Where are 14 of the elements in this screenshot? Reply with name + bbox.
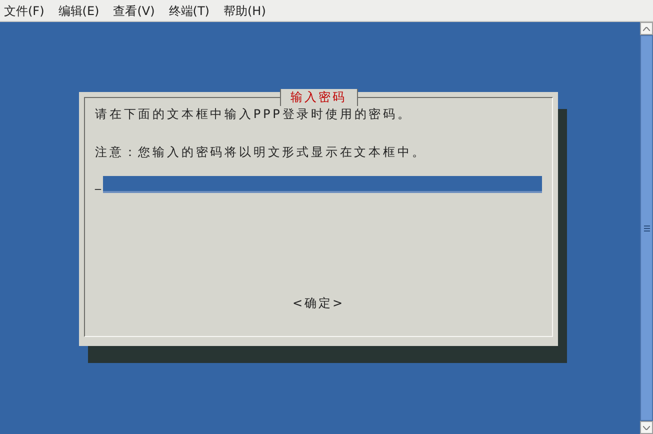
menu-item[interactable]: 查看(V) (113, 2, 155, 20)
scroll-up-icon[interactable] (640, 22, 653, 35)
menu-item[interactable]: 终端(T) (168, 2, 210, 20)
scroll-down-icon[interactable] (640, 421, 653, 434)
text-cursor: _ (95, 175, 102, 191)
menu-item[interactable]: 帮助(H) (224, 2, 266, 20)
note-text: 注意：您输入的密码将以明文形式显示在文本框中。 (95, 144, 428, 161)
menu-item[interactable]: 编辑(E) (58, 2, 100, 20)
menu-item[interactable]: 文件(F) (4, 2, 44, 20)
password-field[interactable] (102, 176, 542, 191)
instruction-text: 请在下面的文本框中输入PPP登录时使用的密码。 (95, 106, 413, 123)
ok-button[interactable]: <确定> (292, 294, 345, 312)
grip-icon (644, 224, 650, 232)
dialog-title: 输入密码 (280, 89, 358, 106)
